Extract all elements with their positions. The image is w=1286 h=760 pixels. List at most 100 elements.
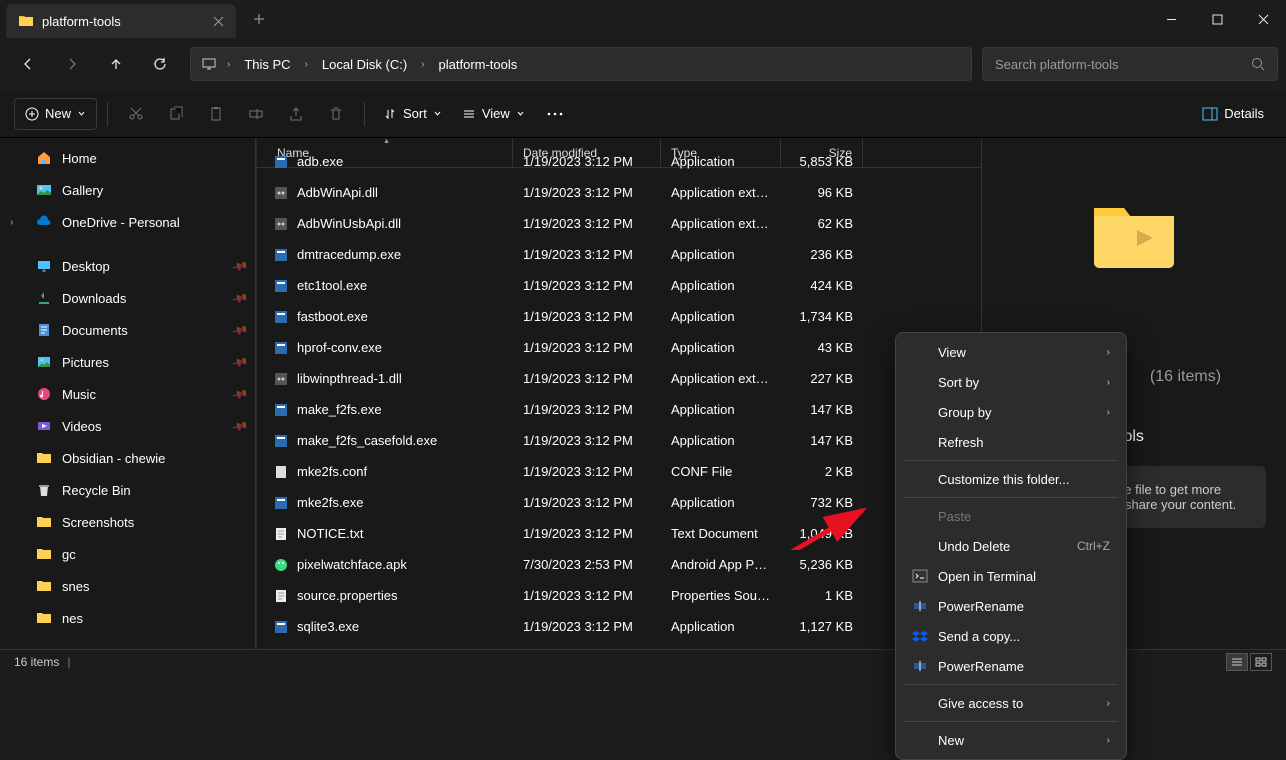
sidebar-item-music[interactable]: Music📌 <box>0 378 255 410</box>
address-bar[interactable]: › This PC › Local Disk (C:) › platform-t… <box>190 47 972 81</box>
breadcrumb-item[interactable]: Local Disk (C:) <box>318 55 411 74</box>
file-row[interactable]: make_f2fs_casefold.exe1/19/2023 3:12 PMA… <box>257 425 981 456</box>
file-date: 1/19/2023 3:12 PM <box>513 464 661 479</box>
rename-button[interactable] <box>238 98 274 130</box>
pin-icon: 📌 <box>231 257 249 275</box>
file-row[interactable]: libwinpthread-1.dll1/19/2023 3:12 PMAppl… <box>257 363 981 394</box>
refresh-button[interactable] <box>140 46 180 82</box>
details-view-toggle[interactable] <box>1226 653 1248 671</box>
sidebar-item-pictures[interactable]: Pictures📌 <box>0 346 255 378</box>
delete-button[interactable] <box>318 98 354 130</box>
new-tab-button[interactable] <box>244 4 274 34</box>
file-size: 732 KB <box>781 495 863 510</box>
documents-icon <box>36 322 52 338</box>
chevron-right-icon: › <box>1107 735 1110 746</box>
downloads-icon <box>36 290 52 306</box>
search-box[interactable] <box>982 47 1278 81</box>
forward-button[interactable] <box>52 46 92 82</box>
chevron-right-icon[interactable]: › <box>301 59 312 70</box>
file-type: Application exten... <box>661 216 781 231</box>
file-row[interactable]: NOTICE.txt1/19/2023 3:12 PMText Document… <box>257 518 981 549</box>
sort-button[interactable]: Sort <box>375 98 450 130</box>
paste-button[interactable] <box>198 98 234 130</box>
file-row[interactable]: pixelwatchface.apk7/30/2023 2:53 PMAndro… <box>257 549 981 580</box>
sidebar-item-desktop[interactable]: Desktop 📌 <box>0 250 255 282</box>
share-button[interactable] <box>278 98 314 130</box>
file-row[interactable]: dmtracedump.exe1/19/2023 3:12 PMApplicat… <box>257 239 981 270</box>
file-row[interactable]: source.properties1/19/2023 3:12 PMProper… <box>257 580 981 611</box>
ctx-give-access[interactable]: Give access to› <box>900 688 1122 718</box>
sidebar-item-recycle-bin[interactable]: Recycle Bin <box>0 474 255 506</box>
minimize-button[interactable] <box>1148 0 1194 38</box>
more-button[interactable] <box>537 98 573 130</box>
file-row[interactable]: hprof-conv.exe1/19/2023 3:12 PMApplicati… <box>257 332 981 363</box>
up-button[interactable] <box>96 46 136 82</box>
window-tab[interactable]: platform-tools <box>6 4 236 38</box>
ctx-refresh[interactable]: Refresh <box>900 427 1122 457</box>
ctx-sort-by[interactable]: Sort by› <box>900 367 1122 397</box>
folder-icon <box>36 610 52 626</box>
sidebar-item-obsidian-chewie[interactable]: Obsidian - chewie <box>0 442 255 474</box>
file-row[interactable]: mke2fs.exe1/19/2023 3:12 PMApplication73… <box>257 487 981 518</box>
sidebar-item-gallery[interactable]: Gallery <box>0 174 255 206</box>
ctx-customize[interactable]: Customize this folder... <box>900 464 1122 494</box>
ctx-powerrename[interactable]: PowerRename <box>900 591 1122 621</box>
chevron-right-icon[interactable]: › <box>10 217 13 228</box>
file-date: 1/19/2023 3:12 PM <box>513 526 661 541</box>
file-row[interactable]: AdbWinApi.dll1/19/2023 3:12 PMApplicatio… <box>257 177 981 208</box>
sidebar-label: OneDrive - Personal <box>62 215 180 230</box>
tab-close-icon[interactable] <box>213 16 224 27</box>
cut-button[interactable] <box>118 98 154 130</box>
sidebar-item-screenshots[interactable]: Screenshots <box>0 506 255 538</box>
file-row[interactable]: make_f2fs.exe1/19/2023 3:12 PMApplicatio… <box>257 394 981 425</box>
ctx-group-by[interactable]: Group by› <box>900 397 1122 427</box>
sidebar-item-downloads[interactable]: Downloads📌 <box>0 282 255 314</box>
powerrename-icon <box>912 658 928 674</box>
file-type: Application <box>661 278 781 293</box>
details-pane-toggle[interactable]: Details <box>1194 98 1272 130</box>
back-button[interactable] <box>8 46 48 82</box>
txt-icon <box>273 588 289 604</box>
sidebar-label: Desktop <box>62 259 110 274</box>
file-size: 1 KB <box>781 588 863 603</box>
copy-button[interactable] <box>158 98 194 130</box>
sidebar-item-documents[interactable]: Documents📌 <box>0 314 255 346</box>
sidebar-item-videos[interactable]: Videos📌 <box>0 410 255 442</box>
file-row[interactable]: AdbWinUsbApi.dll1/19/2023 3:12 PMApplica… <box>257 208 981 239</box>
ctx-view[interactable]: View› <box>900 337 1122 367</box>
file-icon <box>273 464 289 480</box>
file-row[interactable]: fastboot.exe1/19/2023 3:12 PMApplication… <box>257 301 981 332</box>
sidebar-item-snes[interactable]: snes <box>0 570 255 602</box>
maximize-button[interactable] <box>1194 0 1240 38</box>
file-row[interactable]: etc1tool.exe1/19/2023 3:12 PMApplication… <box>257 270 981 301</box>
chevron-right-icon[interactable]: › <box>417 59 428 70</box>
thumbnails-view-toggle[interactable] <box>1250 653 1272 671</box>
file-size: 1,049 KB <box>781 526 863 541</box>
pictures-icon <box>36 354 52 370</box>
sidebar-item-onedrive[interactable]: › OneDrive - Personal <box>0 206 255 238</box>
chevron-right-icon[interactable]: › <box>223 59 234 70</box>
sidebar-item-nes[interactable]: nes <box>0 602 255 634</box>
ctx-open-terminal[interactable]: Open in Terminal <box>900 561 1122 591</box>
search-input[interactable] <box>995 57 1251 72</box>
sidebar-item-gc[interactable]: gc <box>0 538 255 570</box>
sidebar-item-home[interactable]: Home <box>0 142 255 174</box>
file-name: make_f2fs_casefold.exe <box>297 433 437 448</box>
file-date: 1/19/2023 3:12 PM <box>513 495 661 510</box>
ctx-send-copy[interactable]: Send a copy... <box>900 621 1122 651</box>
view-button[interactable]: View <box>454 98 533 130</box>
file-row[interactable]: mke2fs.conf1/19/2023 3:12 PMCONF File2 K… <box>257 456 981 487</box>
ctx-undo-delete[interactable]: Undo DeleteCtrl+Z <box>900 531 1122 561</box>
breadcrumb-item[interactable]: platform-tools <box>435 55 522 74</box>
file-date: 1/19/2023 3:12 PM <box>513 371 661 386</box>
breadcrumb-item[interactable]: This PC <box>240 55 294 74</box>
close-button[interactable] <box>1240 0 1286 38</box>
file-size: 43 KB <box>781 340 863 355</box>
ctx-new[interactable]: New› <box>900 725 1122 755</box>
sidebar-label: snes <box>62 579 89 594</box>
details-item-count: (16 items) <box>1150 368 1221 446</box>
new-button[interactable]: New <box>14 98 97 130</box>
sidebar-label: Videos <box>62 419 102 434</box>
ctx-powerrename-2[interactable]: PowerRename <box>900 651 1122 681</box>
file-row[interactable]: sqlite3.exe1/19/2023 3:12 PMApplication1… <box>257 611 981 642</box>
